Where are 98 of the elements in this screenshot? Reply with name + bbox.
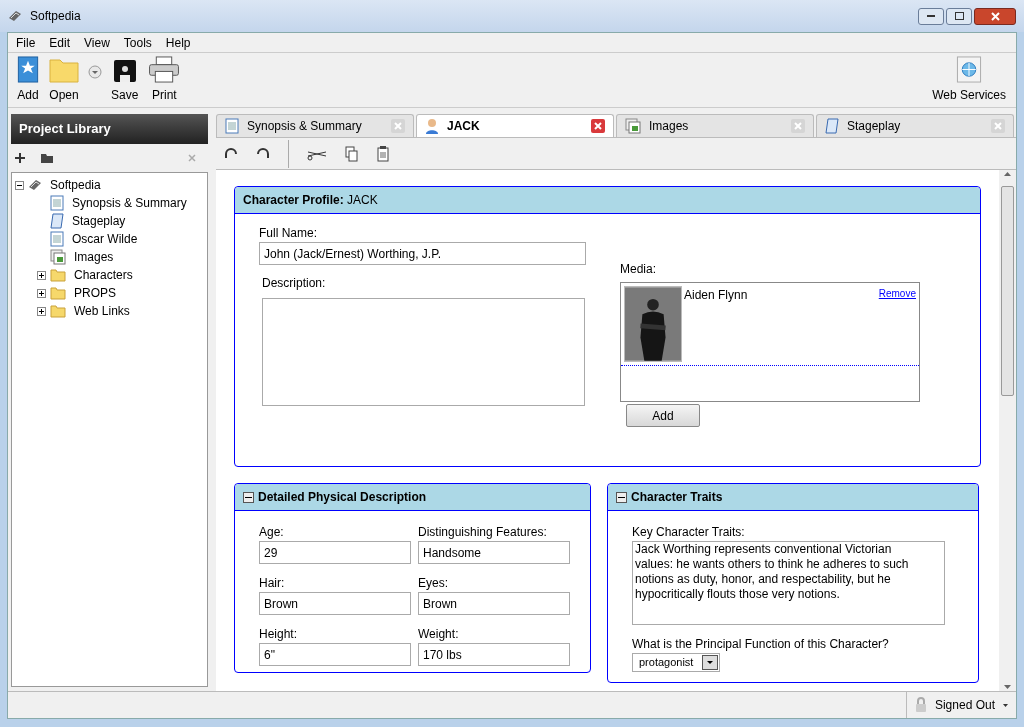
star-card-icon (17, 56, 39, 83)
toolbar-button[interactable]: Open (44, 56, 84, 104)
tree-item[interactable]: Softpedia (50, 176, 101, 194)
field-label: Description: (262, 275, 327, 292)
panel-header: Project Library (11, 114, 208, 144)
folder-icon (49, 57, 79, 83)
scroll-up-icon[interactable] (1004, 172, 1011, 176)
expand-toggle[interactable] (37, 288, 46, 298)
plus-icon (39, 308, 44, 314)
field-label: Height: (259, 626, 299, 643)
window-title: Softpedia (30, 8, 81, 25)
document-icon (50, 231, 64, 247)
status-menu[interactable]: Signed Out (934, 696, 995, 714)
input-field[interactable]: Brown (418, 592, 570, 615)
toolbar-button[interactable]: Add (12, 56, 44, 104)
tab[interactable]: Stageplay (816, 114, 1014, 137)
tree-item[interactable]: PROPS (74, 284, 116, 302)
folder-icon (50, 268, 66, 282)
tree-item[interactable]: Images (74, 248, 114, 266)
copy-icon[interactable] (345, 145, 359, 162)
document-icon (225, 118, 239, 134)
plus-icon (39, 272, 44, 278)
tab[interactable]: Images (616, 114, 814, 137)
menu-item[interactable]: Help (165, 33, 191, 52)
remove-link[interactable]: Remove (878, 286, 916, 362)
globe-page-icon (956, 56, 983, 83)
images-icon (50, 249, 66, 265)
menu-item[interactable]: Edit (49, 33, 71, 52)
menu-item[interactable]: Tools (123, 33, 152, 52)
book-icon (28, 178, 42, 192)
field-label: Hair: (259, 575, 286, 592)
dropdown-icon[interactable] (88, 65, 102, 79)
input-field[interactable]: Handsome (418, 541, 570, 564)
maximize-button[interactable] (946, 7, 972, 25)
card-title: Detailed Physical Description (258, 489, 427, 506)
scroll-down-icon[interactable] (1004, 685, 1011, 689)
tab[interactable]: Synopsis & Summary (216, 114, 414, 137)
folder-icon (50, 286, 66, 300)
person-icon (425, 118, 439, 134)
tree-item[interactable]: Synopsis & Summary (72, 194, 187, 212)
card-title: Character Profile: JACK (243, 192, 378, 209)
field-label: Full Name: (259, 225, 318, 242)
tree-item[interactable]: Oscar Wilde (72, 230, 138, 248)
scroll-icon (825, 118, 839, 134)
padlock-icon (914, 697, 927, 713)
field-label: Eyes: (418, 575, 449, 592)
expand-toggle[interactable] (37, 270, 46, 280)
input-field[interactable]: 29 (259, 541, 411, 564)
close-button[interactable] (974, 7, 1016, 25)
images-icon (625, 118, 641, 134)
dropdown[interactable]: protagonist (632, 653, 720, 672)
collapse-icon[interactable] (243, 491, 254, 503)
field-label: What is the Principal Function of this Character? (632, 636, 890, 653)
undo-icon[interactable] (224, 147, 238, 160)
close-icon[interactable] (591, 119, 605, 133)
toolbar-button[interactable]: Print (143, 56, 186, 104)
input-field[interactable]: Brown (259, 592, 411, 615)
input-field[interactable]: 170 lbs (418, 643, 570, 666)
close-icon (990, 11, 1000, 21)
minimize-icon (927, 14, 935, 18)
maximize-icon (954, 12, 964, 20)
printer-icon (148, 56, 181, 83)
menu-item[interactable]: File (16, 33, 36, 52)
field-label: Distinguishing Features: (418, 524, 548, 541)
media-name: Aiden Flynn (684, 287, 748, 304)
caret-icon (702, 655, 718, 670)
text-area[interactable]: Jack Worthing represents conventional Victorian values: he wants others to think he adheres to such notions as duty, honor, and respectability, but he hypocritically flouts those very notions. (632, 541, 945, 625)
folder-icon[interactable] (41, 153, 53, 163)
expand-toggle[interactable] (37, 306, 46, 316)
redo-icon[interactable] (256, 147, 270, 160)
collapse-icon[interactable] (616, 491, 627, 503)
toolbar-button[interactable]: Web Services (926, 56, 1012, 104)
field-label: Media: (620, 261, 658, 278)
scroll-icon (50, 213, 64, 229)
document-icon (50, 195, 64, 211)
card-title: Character Traits (631, 489, 723, 506)
field-label: Key Character Traits: (632, 524, 746, 541)
menu-item[interactable]: View (84, 33, 110, 52)
tree-item[interactable]: Web Links (74, 302, 130, 320)
caret-icon (1003, 703, 1008, 707)
field-label: Weight: (418, 626, 460, 643)
scrollbar[interactable] (999, 170, 1016, 691)
field-label: Age: (259, 524, 285, 541)
add-button[interactable]: Add (626, 404, 700, 427)
clipboard-icon[interactable] (377, 145, 389, 162)
collapse-toggle[interactable] (15, 180, 24, 190)
plus-icon (39, 290, 44, 296)
tab[interactable]: JACK (416, 114, 614, 137)
input-field[interactable]: 6" (259, 643, 411, 666)
book-icon (8, 9, 22, 23)
tree-item[interactable]: Stageplay (72, 212, 126, 230)
toolbar-button[interactable]: Save (106, 56, 144, 104)
folder-icon (50, 304, 66, 318)
plus-icon[interactable] (15, 153, 25, 163)
minimize-button[interactable] (918, 7, 944, 25)
tree-item[interactable]: Characters (74, 266, 133, 284)
minus-icon (17, 182, 22, 188)
input-field[interactable]: John (Jack/Ernest) Worthing, J.P. (259, 242, 586, 265)
